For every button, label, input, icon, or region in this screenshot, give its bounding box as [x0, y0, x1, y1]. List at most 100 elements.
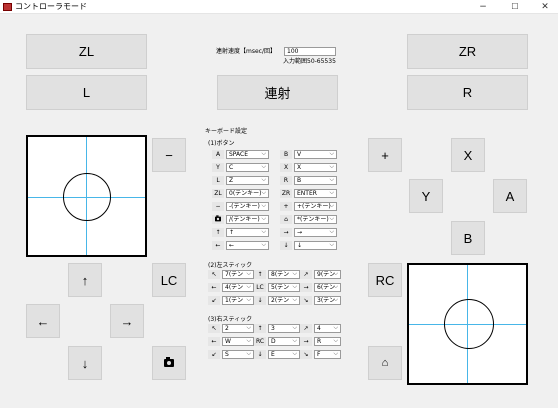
- right-stick-map-label: ↑: [254, 324, 266, 333]
- button-map-label: +: [280, 202, 292, 211]
- x-button[interactable]: X: [451, 138, 485, 172]
- button-map-select[interactable]: →: [294, 228, 337, 237]
- rc-button[interactable]: RC: [368, 263, 402, 297]
- zr-button[interactable]: ZR: [407, 34, 528, 69]
- right-stick-map-select[interactable]: D: [268, 337, 300, 346]
- right-stick-map-label: ←: [208, 337, 220, 346]
- right-stick-map-label: ↗: [300, 324, 312, 333]
- button-map-select[interactable]: /(テンキー): [226, 215, 269, 224]
- button-map-label: A: [212, 150, 224, 159]
- title-bar: コントローラモード − ☐ ✕: [0, 0, 558, 14]
- home-icon: ⌂: [381, 357, 389, 369]
- left-stick-map-select[interactable]: 2(テン: [268, 296, 300, 305]
- button-map-select[interactable]: +(テンキー): [294, 202, 337, 211]
- app-icon: [3, 3, 12, 11]
- right-stick-map-select[interactable]: W: [222, 337, 254, 346]
- right-stick-indicator: [444, 299, 494, 349]
- left-stick-map-select[interactable]: 3(テン: [314, 296, 341, 305]
- keyboard-settings-title: キーボード設定: [205, 128, 248, 135]
- rapid-speed-input[interactable]: 100: [284, 47, 336, 56]
- button-map-label: ZR: [280, 189, 292, 198]
- button-map-label: Y: [212, 163, 224, 172]
- right-stick-map-label: →: [300, 337, 312, 346]
- left-stick-map-label: LC: [254, 283, 266, 292]
- maximize-button[interactable]: ☐: [502, 0, 528, 14]
- left-stick-map-select[interactable]: 7(テン: [222, 270, 254, 279]
- zl-button[interactable]: ZL: [26, 34, 147, 69]
- plus-button[interactable]: +: [368, 138, 402, 172]
- dpad-left-button[interactable]: ←: [26, 304, 60, 338]
- home-button[interactable]: ⌂: [368, 346, 402, 380]
- left-stick-map-select[interactable]: 4(テン: [222, 283, 254, 292]
- button-map-label: ↓: [280, 241, 292, 250]
- dpad-right-button[interactable]: →: [110, 304, 144, 338]
- right-stick-map-select[interactable]: F: [314, 350, 341, 359]
- left-stick-map-label: →: [300, 283, 312, 292]
- left-stick-map-select[interactable]: 8(テン: [268, 270, 300, 279]
- a-button[interactable]: A: [493, 179, 527, 213]
- left-stick-map-select[interactable]: 5(テン: [268, 283, 300, 292]
- left-stick-map-label: ←: [208, 283, 220, 292]
- button-map-select[interactable]: ←: [226, 241, 269, 250]
- button-map-select[interactable]: -(テンキー): [226, 202, 269, 211]
- camera-icon: [215, 215, 221, 222]
- right-stick-map-select[interactable]: 4: [314, 324, 341, 333]
- right-stick-map-select[interactable]: E: [268, 350, 300, 359]
- right-stick-section-title: (3)右スティック: [208, 316, 253, 323]
- right-stick-panel[interactable]: [407, 263, 528, 385]
- camera-icon: [164, 357, 174, 367]
- close-button[interactable]: ✕: [532, 0, 558, 14]
- left-stick-map-select[interactable]: 9(テン: [314, 270, 341, 279]
- button-map-select[interactable]: C: [226, 163, 269, 172]
- left-stick-panel[interactable]: [26, 135, 147, 257]
- buttons-section-title: (1)ボタン: [208, 140, 235, 147]
- right-stick-map-select[interactable]: 3: [268, 324, 300, 333]
- button-map-select[interactable]: *(テンキー): [294, 215, 337, 224]
- right-stick-map-label: ↘: [300, 350, 312, 359]
- minimize-button[interactable]: −: [470, 0, 496, 14]
- window-title: コントローラモード: [15, 2, 87, 11]
- rapid-speed-label: 連射速度【msec/回】: [216, 48, 276, 55]
- button-map-select[interactable]: 0(テンキー): [226, 189, 269, 198]
- button-map-select[interactable]: ENTER: [294, 189, 337, 198]
- right-stick-map-label: ↙: [208, 350, 220, 359]
- button-map-label: [212, 215, 224, 224]
- left-stick-map-select[interactable]: 6(テン: [314, 283, 341, 292]
- right-stick-map-select[interactable]: 2: [222, 324, 254, 333]
- dpad-up-button[interactable]: ↑: [68, 263, 102, 297]
- right-stick-map-label: ↓: [254, 350, 266, 359]
- left-stick-map-label: ↗: [300, 270, 312, 279]
- left-stick-map-label: ↖: [208, 270, 220, 279]
- button-map-select[interactable]: ↓: [294, 241, 337, 250]
- button-map-select[interactable]: X: [294, 163, 337, 172]
- left-stick-map-select[interactable]: 1(テン: [222, 296, 254, 305]
- dpad-down-button[interactable]: ↓: [68, 346, 102, 380]
- right-stick-map-label: ↖: [208, 324, 220, 333]
- l-button[interactable]: L: [26, 75, 147, 110]
- button-map-select[interactable]: SPACE: [226, 150, 269, 159]
- minus-button[interactable]: −: [152, 138, 186, 172]
- home-icon: ⌂: [280, 215, 292, 224]
- button-map-label: B: [280, 150, 292, 159]
- left-stick-section-title: (2)左スティック: [208, 262, 253, 269]
- button-map-select[interactable]: Z: [226, 176, 269, 185]
- left-stick-indicator: [63, 173, 111, 221]
- button-map-label: ↑: [212, 228, 224, 237]
- right-stick-map-select[interactable]: R: [314, 337, 341, 346]
- left-stick-map-label: ↘: [300, 296, 312, 305]
- lc-button[interactable]: LC: [152, 263, 186, 297]
- capture-button[interactable]: [152, 346, 186, 380]
- rapid-fire-button[interactable]: 連射: [217, 75, 338, 110]
- button-map-label: R: [280, 176, 292, 185]
- button-map-label: X: [280, 163, 292, 172]
- button-map-label: ←: [212, 241, 224, 250]
- button-map-label: ZL: [212, 189, 224, 198]
- b-button[interactable]: B: [451, 221, 485, 255]
- r-button[interactable]: R: [407, 75, 528, 110]
- button-map-select[interactable]: V: [294, 150, 337, 159]
- right-stick-map-label: RC: [254, 337, 266, 346]
- right-stick-map-select[interactable]: S: [222, 350, 254, 359]
- button-map-select[interactable]: ↑: [226, 228, 269, 237]
- y-button[interactable]: Y: [409, 179, 443, 213]
- button-map-select[interactable]: B: [294, 176, 337, 185]
